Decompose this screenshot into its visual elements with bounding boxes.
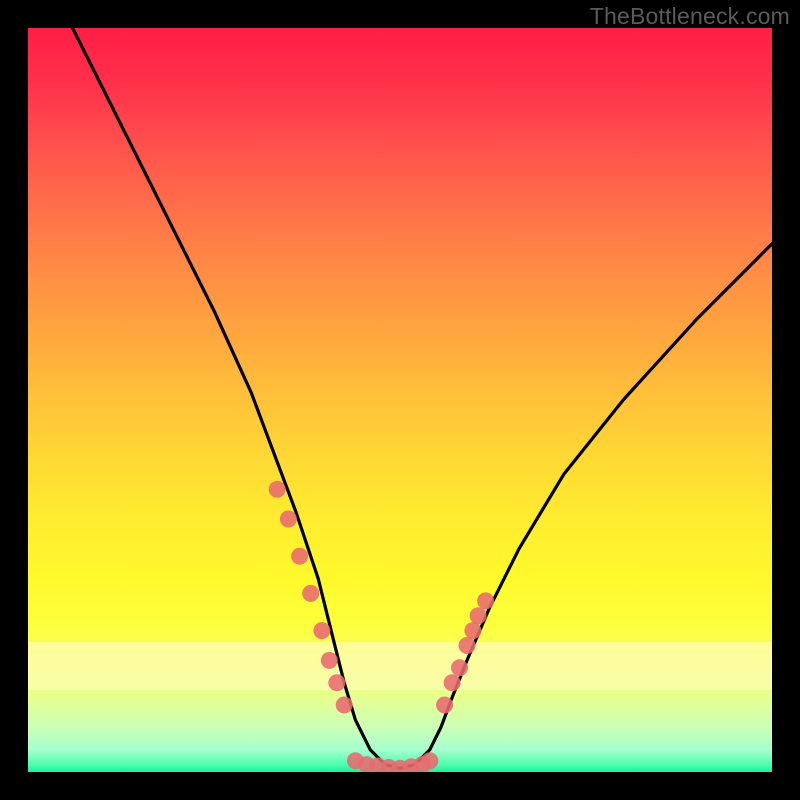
bottleneck-curve [73, 28, 772, 768]
watermark-text: TheBottleneck.com [590, 3, 790, 30]
data-markers [269, 481, 494, 772]
chart-frame: TheBottleneck.com [0, 0, 800, 800]
curve-layer [28, 28, 772, 772]
plot-area [28, 28, 772, 772]
